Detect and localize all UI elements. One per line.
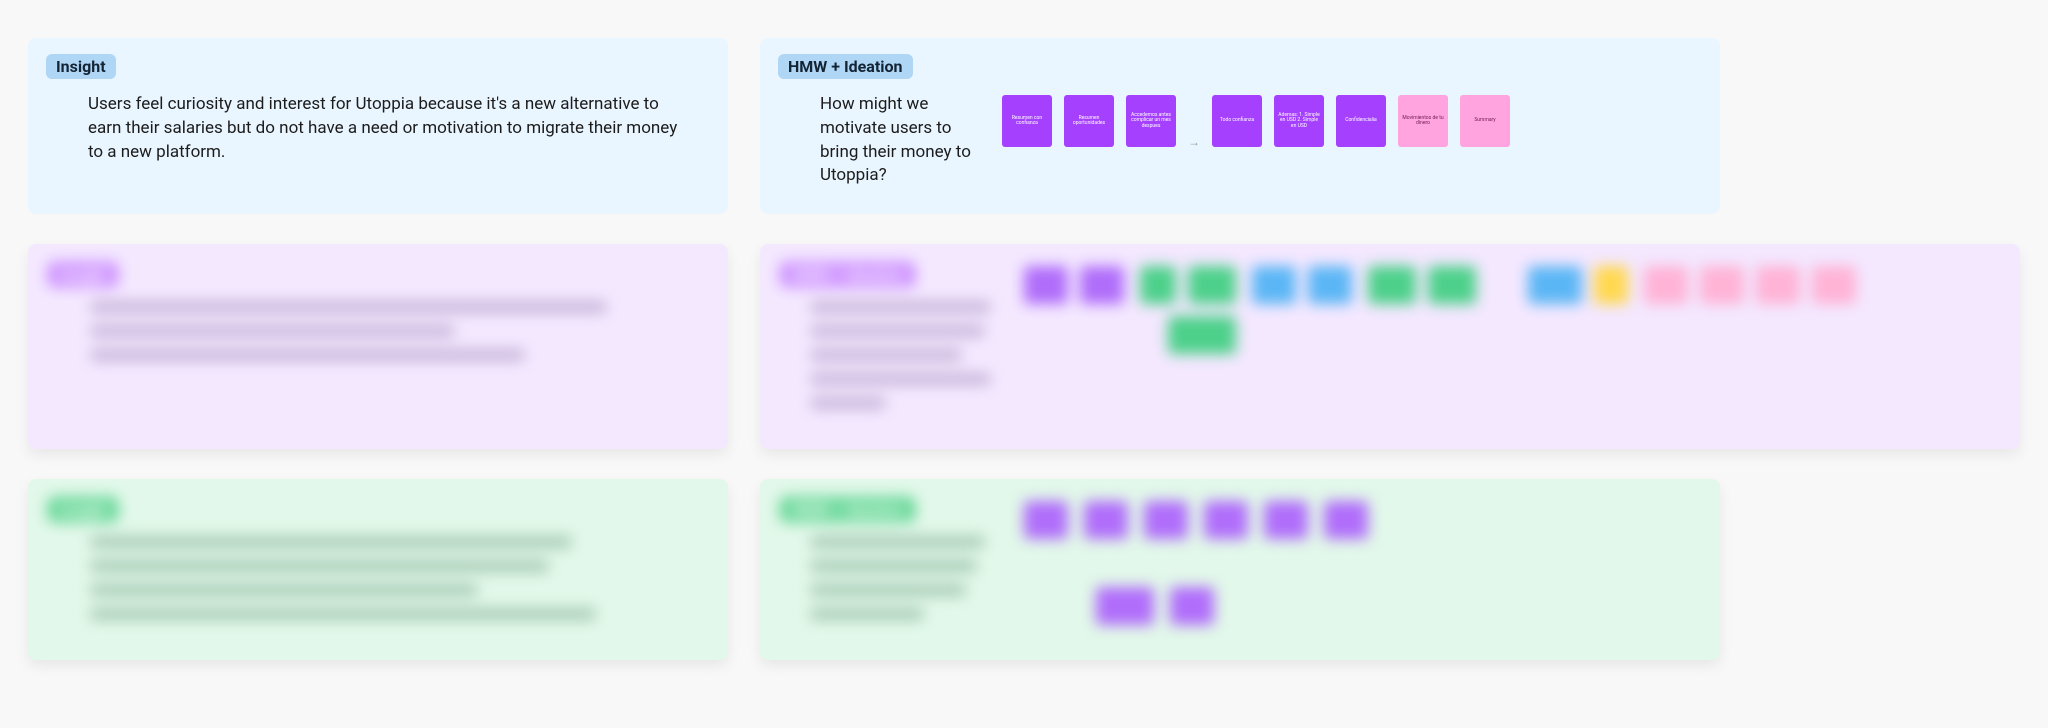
row-purple-blurred: Insight HMW + Ideation bbox=[28, 244, 2020, 449]
sticky-note[interactable]: Movimientos de tu dinero bbox=[1398, 95, 1448, 147]
hmw-tag: HMW + Ideation bbox=[778, 54, 913, 79]
insight-tag-blurred: Insight bbox=[48, 497, 118, 522]
hmw-card-blurred: HMW + Ideation bbox=[760, 244, 2020, 449]
insight-card-blurred: Insight bbox=[28, 479, 728, 660]
insight-tag-blurred: Insight bbox=[48, 262, 118, 287]
sticky-note[interactable]: Resumen oportunidades bbox=[1064, 95, 1114, 147]
insight-card-blurred: Insight bbox=[28, 244, 728, 449]
hmw-inner: How might we motivate users to bring the… bbox=[778, 93, 1702, 188]
sticky-note[interactable]: Resumen con confianza bbox=[1002, 95, 1052, 147]
arrow-icon: → bbox=[1188, 135, 1200, 149]
blurred-stickies bbox=[1024, 262, 1856, 421]
hmw-card-blurred: HMW + Ideation bbox=[760, 479, 1720, 660]
sticky-note[interactable]: Summary bbox=[1460, 95, 1510, 147]
sticky-note[interactable]: Confidencialia bbox=[1336, 95, 1386, 147]
blurred-stickies bbox=[1024, 497, 1384, 632]
insight-tag: Insight bbox=[46, 54, 116, 79]
sticky-row: Resumen con confianzaResumen oportunidad… bbox=[1002, 93, 1510, 188]
sticky-note[interactable]: Todo confianza bbox=[1212, 95, 1262, 147]
hmw-tag-blurred: HMW + Ideation bbox=[780, 497, 915, 522]
row-green-blurred: Insight HMW + Ideation bbox=[28, 479, 2020, 660]
row-blue: Insight Users feel curiosity and interes… bbox=[28, 38, 2020, 214]
insight-card: Insight Users feel curiosity and interes… bbox=[28, 38, 728, 214]
sticky-note[interactable]: Accedemos antes complicar un mes despues bbox=[1126, 95, 1176, 147]
hmw-card: HMW + Ideation How might we motivate use… bbox=[760, 38, 1720, 214]
insight-text: Users feel curiosity and interest for Ut… bbox=[46, 93, 710, 164]
sticky-note[interactable]: Ademas: 1. Simple en USD 2. Simple en US… bbox=[1274, 95, 1324, 147]
hmw-question: How might we motivate users to bring the… bbox=[820, 93, 978, 188]
hmw-tag-blurred: HMW + Ideation bbox=[780, 262, 915, 287]
